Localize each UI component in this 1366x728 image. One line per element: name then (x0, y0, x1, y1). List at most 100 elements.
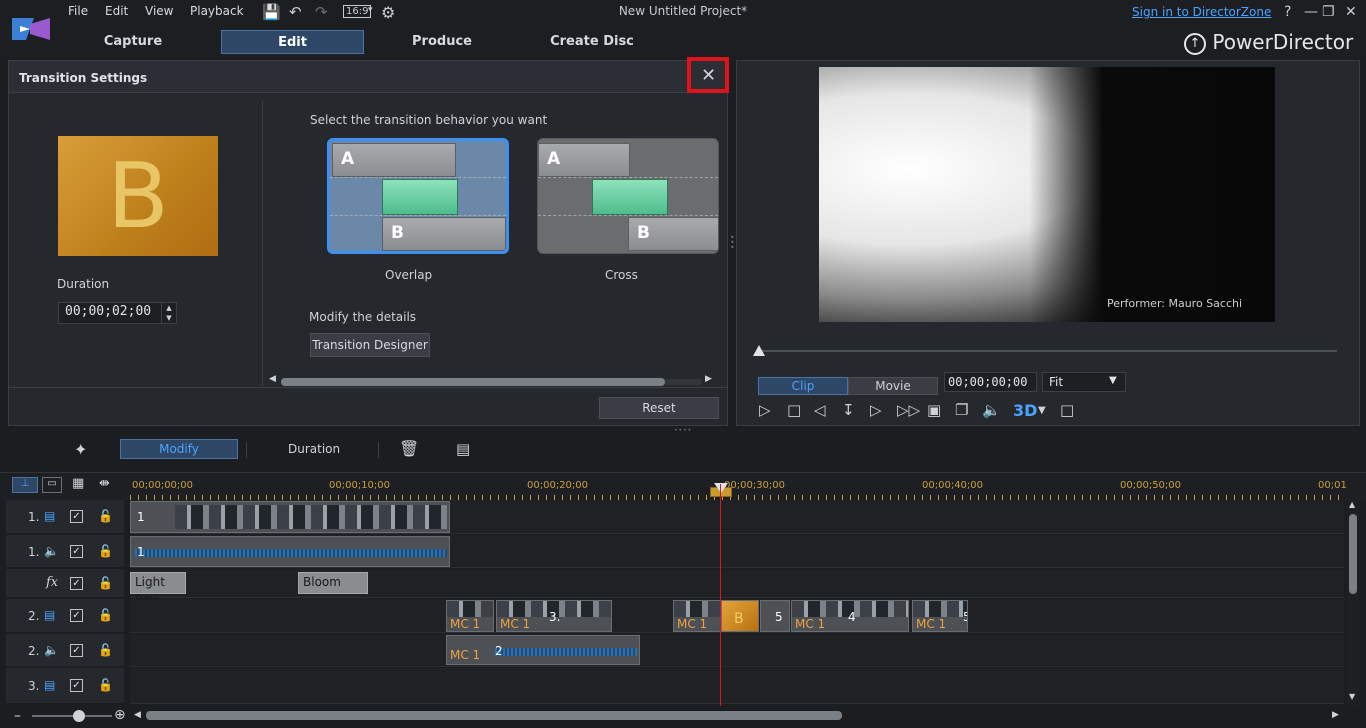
scroll-left-icon[interactable]: ◀ (269, 374, 276, 384)
zoom-fit-select[interactable]: Fit ▼ (1042, 372, 1126, 392)
audio-clip[interactable]: 1 (130, 536, 450, 567)
snapshot-icon[interactable]: ▣ (927, 401, 941, 419)
track-enable-checkbox[interactable]: ✓ (70, 545, 83, 558)
timeline-mode-icon[interactable]: ⊥ (12, 477, 38, 493)
playhead-handle-icon[interactable] (714, 483, 728, 493)
play-icon[interactable]: ▷ (759, 401, 771, 419)
video-clip[interactable]: 5 (760, 600, 790, 632)
minimize-icon[interactable]: — (1304, 4, 1318, 20)
zoom-slider-handle[interactable] (73, 710, 85, 722)
upgrade-icon[interactable]: ↑ (1184, 33, 1206, 55)
scroll-up-icon[interactable]: ▲ (1349, 500, 1355, 509)
menu-view[interactable]: View (145, 4, 173, 18)
close-window-icon[interactable]: ✕ (1345, 4, 1357, 20)
lock-icon[interactable]: 🔓 (98, 608, 113, 622)
video-clip[interactable]: MC 1 (673, 600, 721, 632)
duration-button[interactable]: Duration (288, 442, 340, 456)
scrollbar-thumb[interactable] (281, 378, 665, 386)
lock-icon[interactable]: 🔓 (98, 509, 113, 523)
splitter-handle[interactable]: • • • (730, 234, 735, 255)
undock-icon[interactable]: ❐ (955, 401, 968, 419)
zoom-out-icon[interactable]: – (14, 708, 21, 724)
track-enable-checkbox[interactable]: ✓ (70, 679, 83, 692)
menu-edit[interactable]: Edit (105, 4, 128, 18)
track-enable-checkbox[interactable]: ✓ (70, 609, 83, 622)
lock-icon[interactable]: 🔓 (98, 544, 113, 558)
video-clip[interactable]: MC 1 (446, 600, 494, 632)
zoom-in-icon[interactable]: ⊕ (114, 707, 126, 723)
scroll-down-icon[interactable]: ▼ (1349, 692, 1355, 701)
scroll-right-icon[interactable]: ▶ (705, 374, 712, 384)
lock-icon[interactable]: 🔓 (98, 643, 113, 657)
lock-icon[interactable]: 🔓 (98, 678, 113, 692)
audio-clip[interactable]: MC 1 2 (446, 635, 640, 665)
scroll-left-icon[interactable]: ◀ (134, 710, 141, 720)
video-clip[interactable]: MC 14 (791, 600, 909, 632)
fast-forward-icon[interactable]: ▷▷ (897, 401, 920, 419)
scroll-right-icon[interactable]: ▶ (1332, 710, 1339, 720)
horizontal-splitter[interactable]: •••• (674, 427, 694, 434)
storyboard-mode-icon[interactable]: ▭ (42, 477, 62, 493)
track-fx[interactable]: Light Ray Bloom (130, 569, 1344, 607)
undo-icon[interactable]: ↶ (289, 3, 302, 21)
video-clip[interactable]: MC 1 3. (496, 600, 612, 632)
split-icon[interactable]: ↧ (842, 401, 855, 419)
track-video-3[interactable] (130, 668, 1344, 704)
tab-edit[interactable]: Edit (221, 30, 364, 54)
timeline-hscroll-thumb[interactable] (146, 711, 842, 720)
threed-button[interactable]: 3D (1013, 401, 1037, 420)
cross-option[interactable]: A B (537, 138, 719, 254)
overlap-option[interactable]: A B (327, 138, 509, 254)
sign-in-link[interactable]: Sign in to DirectorZone (1132, 5, 1271, 19)
track-video-2[interactable]: MC 1 MC 13. MC 1 B 5 MC 14 MC 15 (130, 599, 1344, 633)
panel-hscrollbar[interactable]: ◀ ▶ (269, 374, 712, 387)
track-enable-checkbox[interactable]: ✓ (70, 510, 83, 523)
menu-playback[interactable]: Playback (190, 4, 244, 18)
restore-icon[interactable]: ❐ (1322, 4, 1335, 20)
timeline-vscrollbar[interactable]: ▲ ▼ (1347, 500, 1359, 706)
help-button[interactable]: ? (1284, 4, 1291, 20)
seek-handle-icon[interactable] (753, 345, 765, 356)
duration-field[interactable]: 00;00;02;00 (58, 302, 162, 324)
tab-capture[interactable]: Capture (72, 30, 194, 54)
duration-stepper[interactable]: ▲ ▼ (161, 302, 177, 324)
menu-file[interactable]: File (68, 4, 88, 18)
clip-mode-tab[interactable]: Clip (758, 377, 848, 395)
video-clip[interactable]: MC 15 (912, 600, 968, 632)
fx-clip-bloom[interactable]: Bloom (298, 572, 368, 594)
timeline-ruler[interactable]: ⊥ ▭ ▦ ⇼ 00;00;00;00 00;00;10;00 00;00;20… (0, 472, 1366, 501)
fit-timeline-icon[interactable]: ▦ (72, 476, 84, 491)
external-display-icon[interactable]: □ (1060, 401, 1074, 419)
track-audio-1[interactable]: 1 (130, 535, 1344, 568)
marker-icon[interactable]: ▤ (456, 440, 470, 458)
stop-icon[interactable]: □ (787, 401, 801, 419)
preview-timecode[interactable]: 00;00;00;00 (944, 372, 1037, 392)
scrollbar-thumb[interactable] (1349, 514, 1357, 594)
lock-icon[interactable]: 🔓 (98, 576, 113, 590)
next-frame-icon[interactable]: ▷ (870, 401, 882, 419)
chevron-down-icon[interactable]: ▾ (368, 5, 373, 15)
reset-button[interactable]: Reset (599, 397, 719, 419)
track-video-1[interactable]: 1 (130, 500, 1344, 534)
tab-produce[interactable]: Produce (380, 30, 504, 54)
close-icon[interactable]: ✕ (701, 65, 716, 86)
movie-mode-tab[interactable]: Movie (848, 377, 938, 395)
previous-frame-icon[interactable]: ◁ (814, 401, 826, 419)
save-icon[interactable]: 💾 (262, 3, 281, 21)
close-panel-button[interactable]: ✕ (687, 57, 729, 93)
track-enable-checkbox[interactable]: ✓ (70, 577, 83, 590)
transition-clip[interactable]: B (721, 600, 759, 632)
preview-seek-bar[interactable] (757, 350, 1337, 352)
fx-clip-light-ray[interactable]: Light Ray (130, 572, 186, 607)
zoom-slider[interactable] (32, 715, 112, 717)
modify-button[interactable]: Modify (120, 439, 238, 459)
transition-designer-button[interactable]: Transition Designer (310, 333, 430, 357)
track-audio-2[interactable]: MC 1 2 (130, 634, 1344, 667)
redo-icon[interactable]: ↷ (315, 3, 328, 21)
zoom-timeline-icon[interactable]: ⇼ (99, 476, 110, 491)
magic-tools-icon[interactable]: ✦ (74, 440, 87, 459)
chevron-down-icon[interactable]: ▼ (1038, 405, 1046, 416)
trash-icon[interactable]: 🗑 (399, 439, 419, 458)
video-clip[interactable]: 1 (130, 501, 450, 533)
gear-icon[interactable]: ⚙ (381, 3, 395, 22)
